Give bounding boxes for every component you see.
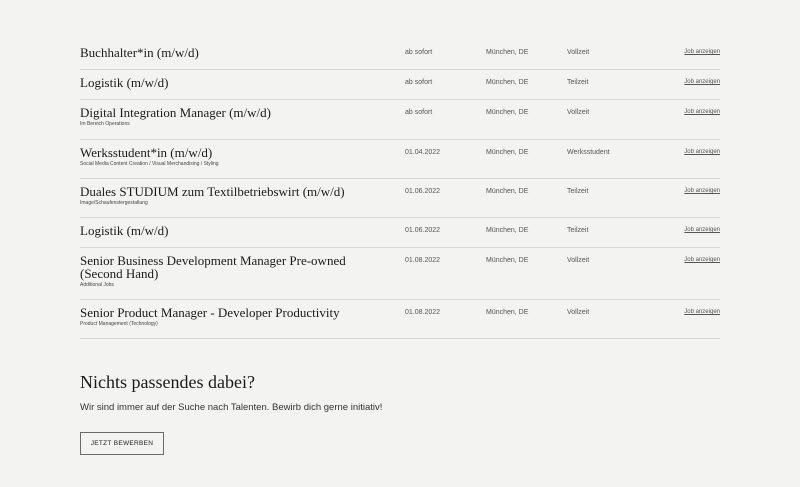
careers-page: Buchhalter*in (m/w/d) ab sofort München,… (0, 0, 800, 487)
job-row[interactable]: Duales STUDIUM zum Textilbetriebswirt (m… (80, 179, 720, 218)
job-location: München, DE (486, 109, 529, 116)
job-subtitle: Social Media Content Creation / Visual M… (80, 161, 219, 167)
job-location: München, DE (486, 257, 529, 264)
job-start: 01.04.2022 (405, 149, 441, 156)
job-type: Teilzeit (567, 227, 589, 234)
cta-heading: Nichts passendes dabei? (80, 372, 255, 392)
job-start: ab sofort (405, 49, 433, 56)
job-view-link[interactable]: Job anzeigen (684, 256, 720, 265)
job-view-link[interactable]: Job anzeigen (684, 48, 720, 57)
job-title-col: Logistik (m/w/d) (80, 224, 390, 237)
job-title: Logistik (m/w/d) (80, 75, 169, 90)
job-view-link[interactable]: Job anzeigen (684, 148, 720, 157)
job-title: Logistik (m/w/d) (80, 223, 169, 238)
job-type: Werksstudent (567, 149, 610, 156)
job-title-col: Buchhalter*in (m/w/d) (80, 46, 390, 59)
job-title-col: Senior Product Manager - Developer Produ… (80, 306, 390, 328)
job-row[interactable]: Senior Product Manager - Developer Produ… (80, 300, 720, 339)
job-subtitle: Image/Schaufenstergestaltung (80, 200, 148, 206)
job-title: Digital Integration Manager (m/w/d) (80, 105, 271, 120)
job-type: Vollzeit (567, 109, 590, 116)
job-title-col: Logistik (m/w/d) (80, 76, 390, 89)
job-subtitle: Im Bereich Operations (80, 121, 130, 127)
job-row[interactable]: Logistik (m/w/d) 01.06.2022 München, DE … (80, 218, 720, 248)
job-view-link[interactable]: Job anzeigen (684, 108, 720, 117)
job-location: München, DE (486, 309, 529, 316)
job-start: ab sofort (405, 79, 433, 86)
apply-now-button[interactable]: JETZT BEWERBEN (80, 432, 164, 455)
job-view-link[interactable]: Job anzeigen (684, 187, 720, 196)
job-location: München, DE (486, 227, 529, 234)
job-title: Buchhalter*in (m/w/d) (80, 45, 199, 60)
job-row[interactable]: Senior Business Development Manager Pre-… (80, 248, 720, 300)
job-row[interactable]: Logistik (m/w/d) ab sofort München, DE T… (80, 70, 720, 100)
job-subtitle: Additional Jobs (80, 282, 114, 288)
job-view-link[interactable]: Job anzeigen (684, 78, 720, 87)
job-title-col: Duales STUDIUM zum Textilbetriebswirt (m… (80, 185, 390, 207)
job-start: 01.08.2022 (405, 257, 441, 264)
job-list: Buchhalter*in (m/w/d) ab sofort München,… (80, 40, 720, 339)
job-start: 01.08.2022 (405, 309, 441, 316)
job-view-link[interactable]: Job anzeigen (684, 226, 720, 235)
job-location: München, DE (486, 49, 529, 56)
job-start: ab sofort (405, 109, 433, 116)
job-title-col: Senior Business Development Manager Pre-… (80, 254, 390, 289)
job-title-col: Digital Integration Manager (m/w/d) Im B… (80, 106, 390, 128)
job-type: Vollzeit (567, 309, 590, 316)
job-row[interactable]: Buchhalter*in (m/w/d) ab sofort München,… (80, 40, 720, 70)
job-type: Teilzeit (567, 79, 589, 86)
job-subtitle: Product Management (Technology) (80, 321, 158, 327)
job-type: Teilzeit (567, 188, 589, 195)
job-location: München, DE (486, 79, 529, 86)
job-row[interactable]: Digital Integration Manager (m/w/d) Im B… (80, 100, 720, 140)
job-row[interactable]: Werksstudent*in (m/w/d) Social Media Con… (80, 140, 720, 179)
job-title: Senior Business Development Manager Pre-… (80, 253, 346, 281)
job-title: Duales STUDIUM zum Textilbetriebswirt (m… (80, 184, 345, 199)
job-title-col: Werksstudent*in (m/w/d) Social Media Con… (80, 146, 390, 168)
job-title: Senior Product Manager - Developer Produ… (80, 305, 340, 320)
job-location: München, DE (486, 149, 529, 156)
job-type: Vollzeit (567, 49, 590, 56)
job-view-link[interactable]: Job anzeigen (684, 308, 720, 317)
job-type: Vollzeit (567, 257, 590, 264)
job-location: München, DE (486, 188, 529, 195)
job-title: Werksstudent*in (m/w/d) (80, 145, 213, 160)
cta-text: Wir sind immer auf der Suche nach Talent… (80, 402, 383, 413)
job-start: 01.06.2022 (405, 227, 441, 234)
job-start: 01.06.2022 (405, 188, 441, 195)
